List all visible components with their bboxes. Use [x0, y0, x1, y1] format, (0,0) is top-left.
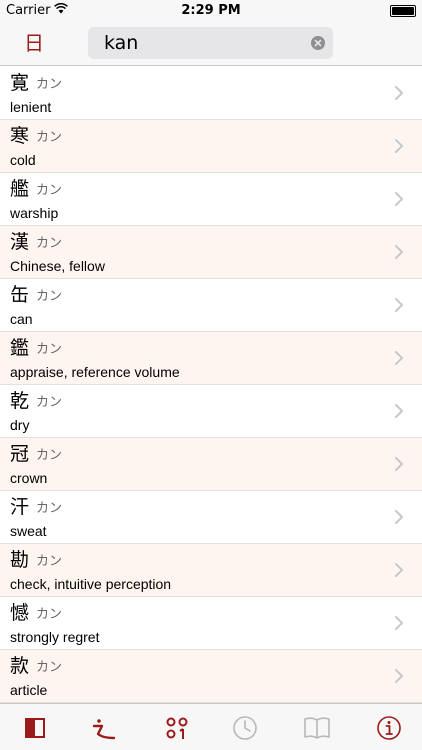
result-reading: カン: [36, 183, 63, 198]
result-reading: カン: [36, 501, 63, 516]
chevron-right-icon: [395, 298, 403, 312]
battery-icon: [390, 5, 416, 17]
info-icon[interactable]: [375, 714, 403, 742]
result-kanji: 漢: [10, 231, 30, 253]
chevron-right-icon: [395, 351, 403, 365]
tab-bar: [0, 703, 422, 750]
result-kanji: 缶: [10, 284, 30, 306]
chevron-right-icon: [395, 669, 403, 683]
result-kanji: 憾: [10, 602, 30, 624]
result-meaning: crown: [10, 470, 48, 486]
result-meaning: can: [10, 311, 33, 327]
search-field[interactable]: kan: [88, 27, 333, 59]
result-reading: カン: [36, 448, 63, 463]
result-meaning: check, intuitive perception: [10, 576, 172, 592]
result-reading: カン: [36, 77, 63, 92]
result-reading: カン: [36, 660, 63, 675]
book-icon[interactable]: [303, 714, 331, 742]
result-kanji: 寒: [10, 125, 30, 147]
result-kanji: 冠: [10, 443, 30, 465]
clock-icon[interactable]: [231, 714, 259, 742]
result-reading: カン: [36, 607, 63, 622]
result-meaning: dry: [10, 417, 30, 433]
result-meaning: Chinese, fellow: [10, 258, 105, 274]
search-input[interactable]: kan: [104, 31, 138, 55]
mode-toggle-button[interactable]: 日: [16, 28, 52, 58]
result-row[interactable]: 缶カン can: [0, 279, 422, 332]
search-header: 日 kan: [0, 22, 422, 66]
clear-search-icon[interactable]: [311, 36, 325, 50]
result-row[interactable]: 乾カン dry: [0, 385, 422, 438]
status-time: 2:29 PM: [181, 3, 241, 18]
result-row[interactable]: 漢カン Chinese, fellow: [0, 226, 422, 279]
result-kanji: 鑑: [10, 337, 30, 359]
chevron-right-icon: [395, 245, 403, 259]
result-row[interactable]: 寛カン lenient: [0, 67, 422, 120]
result-meaning: article: [10, 682, 48, 698]
result-meaning: sweat: [10, 523, 47, 539]
status-bar: Carrier 2:29 PM: [0, 0, 422, 22]
result-kanji: 艦: [10, 178, 30, 200]
result-row[interactable]: 勘カン check, intuitive perception: [0, 544, 422, 597]
chevron-right-icon: [395, 510, 403, 524]
results-list: 寛カン lenient 寒カン cold 艦カン warship 漢カン Chinese, f…: [0, 67, 422, 703]
result-meaning: cold: [10, 152, 36, 168]
result-meaning: warship: [10, 205, 59, 221]
result-kanji: 乾: [10, 390, 30, 412]
chevron-right-icon: [395, 86, 403, 100]
kana-grid-icon[interactable]: [163, 714, 191, 742]
result-row[interactable]: 冠カン crown: [0, 438, 422, 491]
result-meaning: appraise, reference volume: [10, 364, 180, 380]
result-reading: カン: [36, 554, 63, 569]
result-kanji: 寛: [10, 72, 30, 94]
result-kanji: 汗: [10, 496, 30, 518]
result-reading: カン: [36, 130, 63, 145]
result-reading: カン: [36, 289, 63, 304]
result-row[interactable]: 鑑カン appraise, reference volume: [0, 332, 422, 385]
result-meaning: strongly regret: [10, 629, 100, 645]
radical-icon[interactable]: [89, 714, 117, 742]
result-reading: カン: [36, 395, 63, 410]
result-row[interactable]: 寒カン cold: [0, 120, 422, 173]
result-row[interactable]: 艦カン warship: [0, 173, 422, 226]
result-row[interactable]: 汗カン sweat: [0, 491, 422, 544]
chevron-right-icon: [395, 563, 403, 577]
chevron-right-icon: [395, 192, 403, 206]
result-kanji: 勘: [10, 549, 30, 571]
result-row[interactable]: 款カン article: [0, 650, 422, 703]
sidebar-panel-icon[interactable]: [21, 714, 49, 742]
chevron-right-icon: [395, 139, 403, 153]
result-reading: カン: [36, 342, 63, 357]
result-row[interactable]: 憾カン strongly regret: [0, 597, 422, 650]
result-meaning: lenient: [10, 99, 52, 115]
chevron-right-icon: [395, 616, 403, 630]
result-reading: カン: [36, 236, 63, 251]
chevron-right-icon: [395, 457, 403, 471]
result-kanji: 款: [10, 655, 30, 677]
chevron-right-icon: [395, 404, 403, 418]
